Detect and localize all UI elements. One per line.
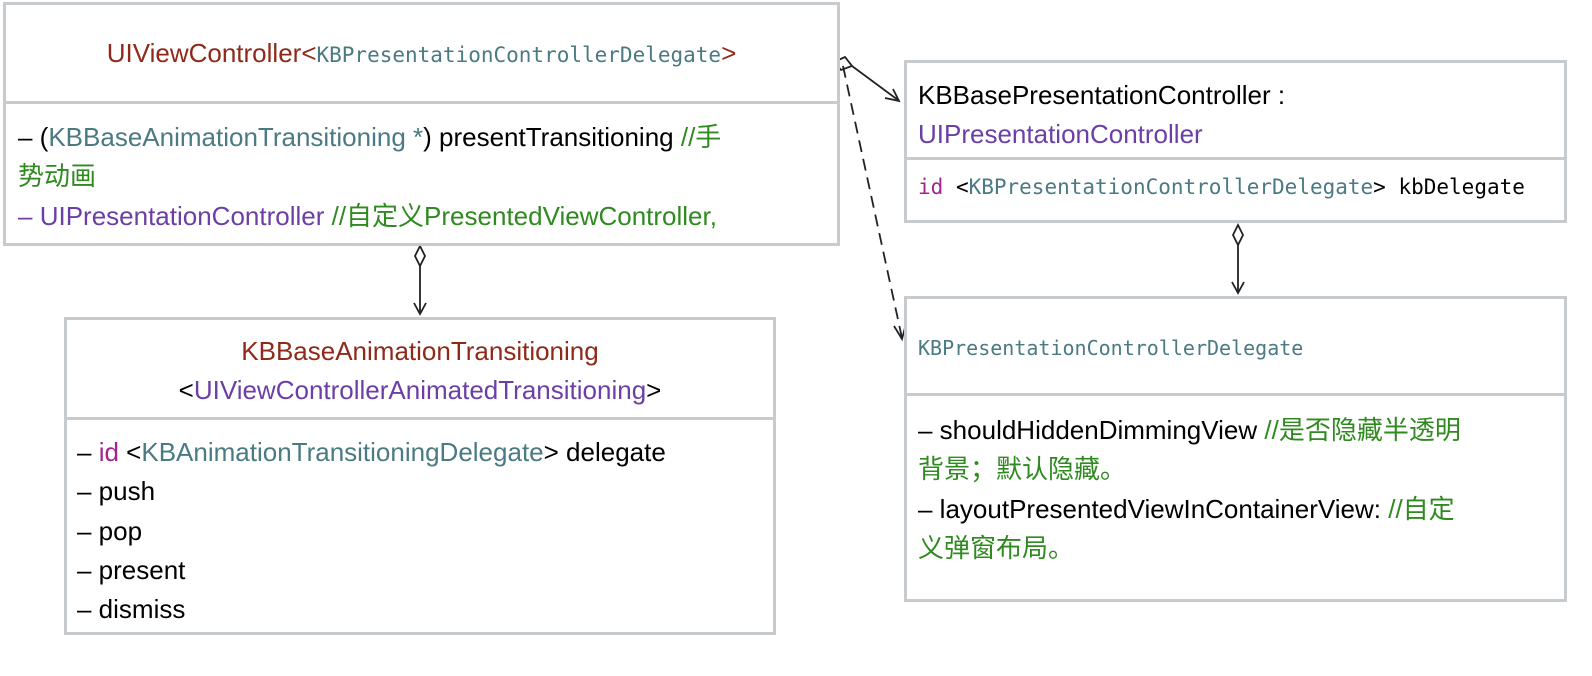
protocol-open: < bbox=[178, 375, 194, 405]
uiviewcontroller-method-present-transitioning: – (KBBaseAnimationTransitioning *) prese… bbox=[18, 117, 721, 157]
method-comment: //自定 bbox=[1388, 494, 1455, 524]
delegate-method-comment-continued-2: 义弹窗布局。 bbox=[918, 533, 1075, 563]
method-signature: – shouldHiddenDimmingView bbox=[918, 415, 1265, 445]
method-dash: – bbox=[18, 201, 40, 231]
transitioning-class-box[interactable]: KBBaseAnimationTransitioning <UIViewCont… bbox=[64, 317, 776, 635]
method-comment: //自定义PresentedViewController, bbox=[324, 201, 717, 231]
delegate-protocol-name: KBPresentationControllerDelegate bbox=[968, 175, 1374, 199]
presentation-controller-divider bbox=[907, 157, 1564, 160]
uiviewcontroller-class-header: UIViewController<KBPresentationControlle… bbox=[6, 33, 837, 75]
transitioning-method-pop: – pop bbox=[77, 516, 143, 546]
delegate-method-should-hidden-dimming-view: – shouldHiddenDimmingView //是否隐藏半透明 bbox=[918, 410, 1461, 450]
aggregation-vc-to-presentation-controller bbox=[832, 55, 901, 103]
delegate-protocol-name: KBAnimationTransitioningDelegate bbox=[141, 437, 544, 467]
protocol-open: < bbox=[118, 437, 142, 467]
transitioning-method-push: – push bbox=[77, 476, 156, 506]
transitioning-protocol-name: UIViewControllerAnimatedTransitioning bbox=[193, 375, 647, 405]
method-signature: – layoutPresentedViewInContainerView: bbox=[918, 494, 1389, 524]
uiviewcontroller-protocol-open: < bbox=[301, 38, 317, 68]
delegate-method-comment-continued: 背景；默认隐藏。 bbox=[918, 454, 1127, 484]
property-name: > delegate bbox=[543, 437, 666, 467]
aggregation-presentation-controller-to-delegate bbox=[1231, 222, 1245, 295]
method-comment: //是否隐藏半透明 bbox=[1264, 415, 1461, 445]
method-signature: ) presentTransitioning bbox=[423, 122, 681, 152]
transitioning-protocol-line: <UIViewControllerAnimatedTransitioning> bbox=[67, 370, 773, 410]
property-name: > kbDelegate bbox=[1373, 175, 1525, 199]
uiviewcontroller-protocol-close: > bbox=[721, 38, 737, 68]
transitioning-method-present: – present bbox=[77, 555, 186, 585]
uiviewcontroller-class-name: UIViewController bbox=[106, 38, 302, 68]
delegate-protocol-box[interactable]: KBPresentationControllerDelegate – shoul… bbox=[904, 296, 1567, 602]
presentation-controller-class-name: KBBasePresentationController : bbox=[918, 80, 1286, 110]
transitioning-property-delegate: – id <KBAnimationTransitioningDelegate> … bbox=[77, 432, 666, 472]
transitioning-method-dismiss: – dismiss bbox=[77, 594, 186, 624]
dependency-vc-to-delegate bbox=[842, 65, 907, 342]
method-return-type: KBBaseAnimationTransitioning bbox=[48, 122, 406, 152]
presentation-controller-property-kbdelegate: id <KBPresentationControllerDelegate> kb… bbox=[918, 167, 1525, 207]
uiviewcontroller-method-presentation-controller: – UIPresentationController //自定义Presente… bbox=[18, 196, 717, 236]
uiviewcontroller-class-box[interactable]: UIViewController<KBPresentationControlle… bbox=[3, 2, 840, 246]
aggregation-vc-to-transitioning bbox=[413, 243, 427, 316]
method-pointer: * bbox=[405, 122, 424, 152]
type-keyword: id bbox=[918, 175, 944, 199]
transitioning-class-name: KBBaseAnimationTransitioning bbox=[241, 336, 599, 366]
delegate-protocol-name: KBPresentationControllerDelegate bbox=[918, 336, 1304, 360]
delegate-method-layout-presented-view: – layoutPresentedViewInContainerView: //… bbox=[918, 489, 1455, 529]
presentation-controller-class-box[interactable]: KBBasePresentationController : UIPresent… bbox=[904, 60, 1567, 223]
method-comment: //手 bbox=[680, 122, 722, 152]
transitioning-divider bbox=[67, 417, 773, 420]
protocol-close: > bbox=[646, 375, 662, 405]
uiviewcontroller-divider bbox=[6, 101, 837, 104]
member-dash: – bbox=[77, 437, 99, 467]
presentation-controller-superclass: UIPresentationController bbox=[918, 119, 1203, 149]
method-return-type: UIPresentationController bbox=[39, 201, 325, 231]
uiviewcontroller-protocol-name: KBPresentationControllerDelegate bbox=[316, 43, 722, 67]
delegate-protocol-divider bbox=[907, 393, 1564, 396]
type-keyword: id bbox=[98, 437, 119, 467]
method-dash: – ( bbox=[18, 122, 49, 152]
uiviewcontroller-method-comment-continued: 势动画 bbox=[18, 161, 97, 191]
protocol-open: < bbox=[943, 175, 969, 199]
